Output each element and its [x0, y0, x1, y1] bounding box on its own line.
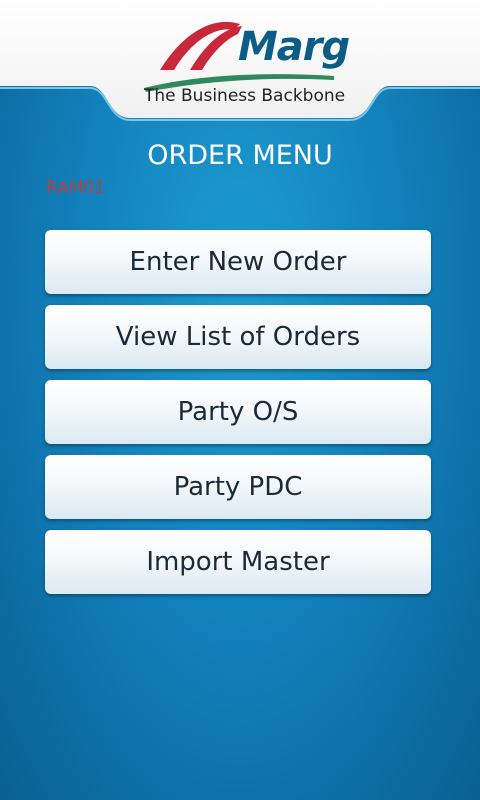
party-os-button[interactable]: Party O/S: [45, 380, 431, 444]
user-code-label: RAM01: [46, 178, 106, 198]
app-header: Marg The Business Backbone: [0, 0, 480, 128]
order-menu: Enter New Order View List of Orders Part…: [45, 230, 431, 605]
marg-logo: Marg The Business Backbone: [130, 10, 350, 110]
import-master-button[interactable]: Import Master: [45, 530, 431, 594]
view-list-of-orders-button[interactable]: View List of Orders: [45, 305, 431, 369]
party-pdc-button[interactable]: Party PDC: [45, 455, 431, 519]
page-title: ORDER MENU: [147, 140, 333, 171]
logo-tagline: The Business Backbone: [144, 86, 346, 106]
enter-new-order-button[interactable]: Enter New Order: [45, 230, 431, 294]
logo-wordmark: Marg: [238, 24, 350, 70]
